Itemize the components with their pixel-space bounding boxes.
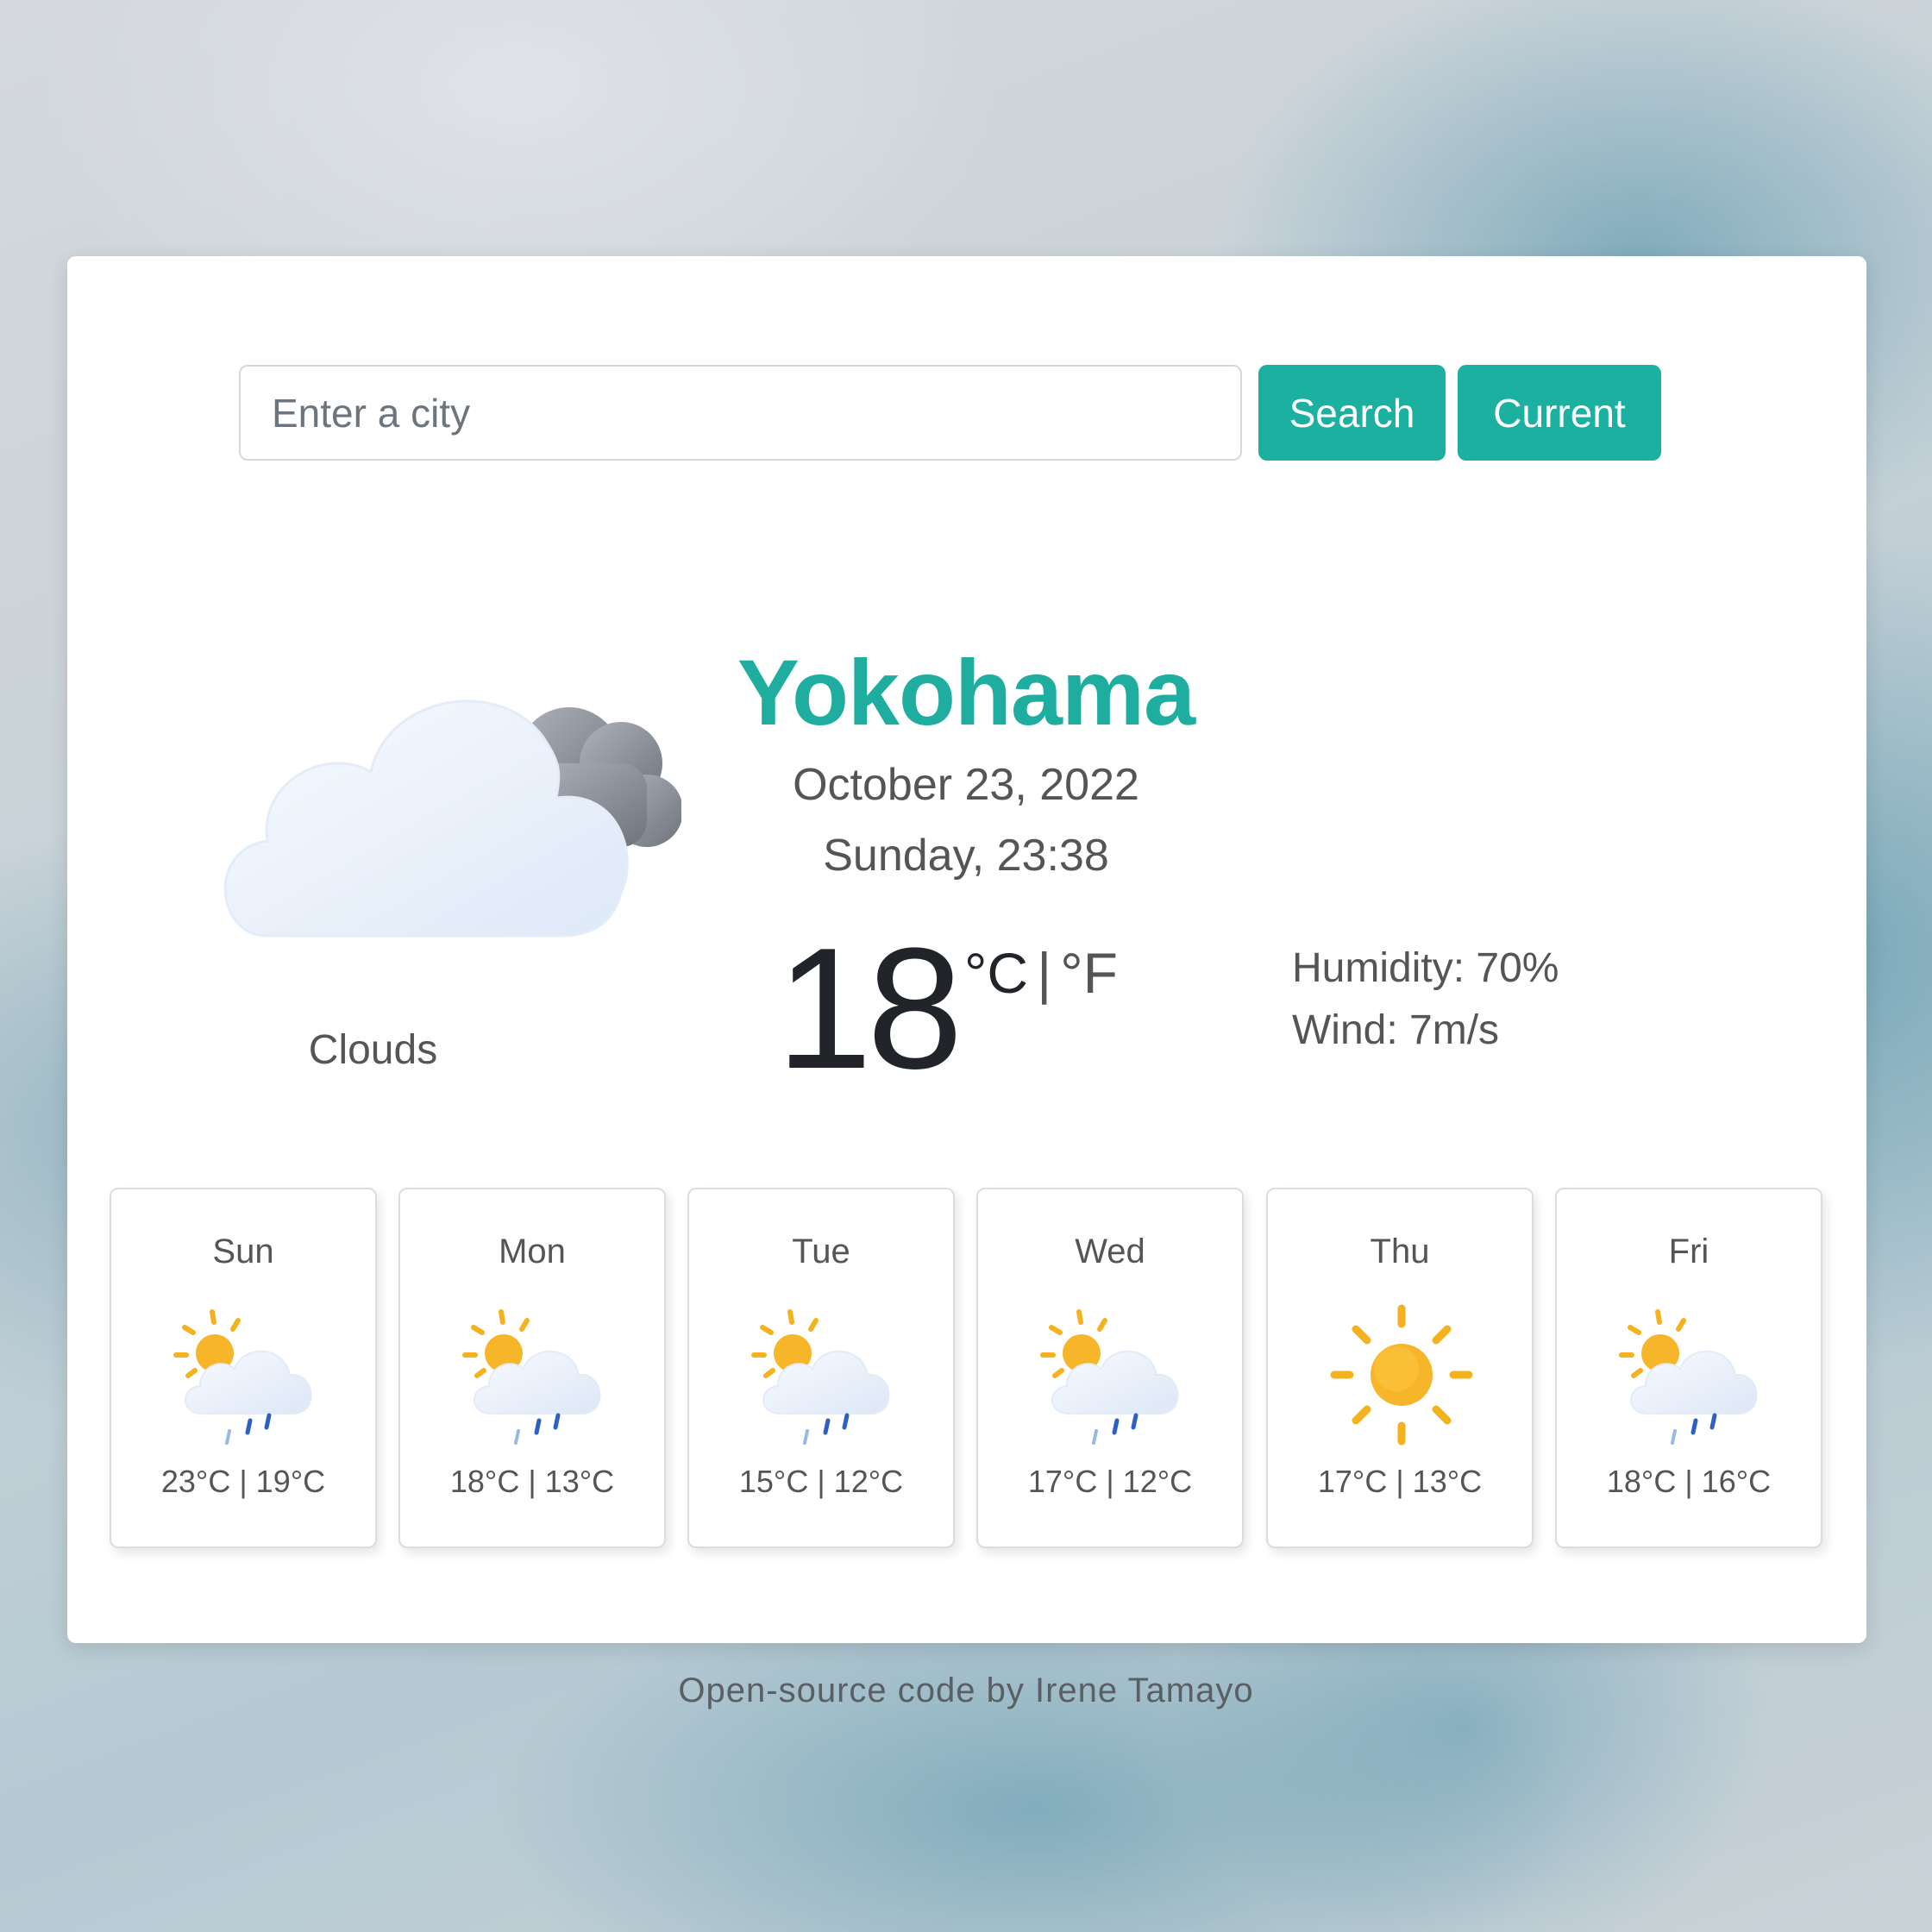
forecast-temps: 17°C | 12°C — [1027, 1464, 1193, 1499]
forecast-day-name: Tue — [792, 1233, 850, 1270]
forecast-temps: 23°C | 19°C — [160, 1464, 326, 1499]
current-location-button[interactable]: Current — [1458, 365, 1661, 461]
forecast-temps: 17°C | 13°C — [1317, 1464, 1483, 1499]
current-day-time: Sunday, 23:38 — [823, 831, 1109, 881]
wind: Wind: 7m/s — [1292, 1007, 1500, 1053]
weather-description: Clouds — [308, 1027, 438, 1073]
forecast-temps: 18°C | 16°C — [1606, 1464, 1772, 1499]
forecast-temps: 15°C | 12°C — [738, 1464, 904, 1499]
unit-toggle: °C | °F — [964, 940, 1118, 1006]
sun-rain-icon — [1034, 1302, 1189, 1448]
forecast-day-name: Sun — [212, 1233, 274, 1270]
forecast-day-card: Wed 17°C | 12°C — [976, 1188, 1244, 1548]
humidity: Humidity: 70% — [1292, 945, 1559, 991]
celsius-link[interactable]: °C — [964, 941, 1028, 1005]
forecast-day-card: Tue 15°C | 12°C — [687, 1188, 955, 1548]
unit-separator: | — [1037, 941, 1052, 1005]
city-search-input[interactable] — [239, 365, 1242, 461]
sun-rain-icon — [167, 1302, 323, 1448]
search-button[interactable]: Search — [1258, 365, 1446, 461]
forecast-day-card: Fri 18°C | 16°C — [1555, 1188, 1822, 1548]
forecast-day-name: Thu — [1370, 1233, 1430, 1270]
clouds-icon — [223, 699, 681, 938]
sun-rain-icon — [456, 1302, 612, 1448]
forecast-day-name: Mon — [499, 1233, 566, 1270]
forecast-day-name: Fri — [1668, 1233, 1709, 1270]
sun-rain-icon — [1613, 1302, 1768, 1448]
sun-rain-icon — [745, 1302, 900, 1448]
current-temperature: 18 — [776, 913, 963, 1105]
sun-icon — [1330, 1304, 1473, 1446]
weather-details: Humidity: 70% Wind: 7m/s — [1292, 938, 1559, 1062]
forecast-day-card: Thu 17°C | 13°C — [1266, 1188, 1534, 1548]
fahrenheit-link[interactable]: °F — [1060, 941, 1118, 1005]
forecast-day-card: Mon 18°C | 13°C — [398, 1188, 666, 1548]
city-name: Yokohama — [737, 640, 1195, 744]
forecast-temps: 18°C | 13°C — [449, 1464, 615, 1499]
forecast-day-name: Wed — [1075, 1233, 1145, 1270]
forecast-day-card: Sun 23°C | 19°C — [110, 1188, 377, 1548]
current-date: October 23, 2022 — [793, 760, 1139, 810]
footer-credit: Open-source code by Irene Tamayo — [678, 1672, 1254, 1709]
